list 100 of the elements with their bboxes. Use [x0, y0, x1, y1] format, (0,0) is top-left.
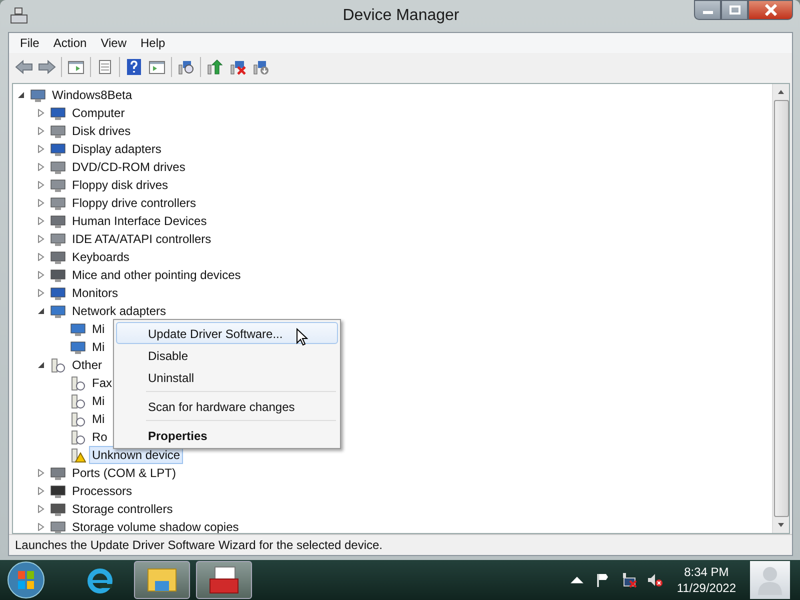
collapsed-triangle-icon[interactable]	[37, 163, 45, 171]
scan-icon[interactable]	[177, 58, 195, 76]
user-tile[interactable]	[750, 561, 790, 599]
device-icon	[50, 141, 66, 157]
tree-item[interactable]: Display adapters	[69, 140, 164, 158]
collapsed-triangle-icon[interactable]	[37, 127, 45, 135]
tree-item[interactable]: Disk drives	[69, 122, 134, 140]
clock-date: 11/29/2022	[676, 580, 736, 596]
context-menu-item[interactable]: Properties	[116, 424, 338, 446]
tree-item[interactable]: Windows8Beta	[49, 86, 136, 104]
collapsed-triangle-icon[interactable]	[37, 271, 45, 279]
tree-item[interactable]: Storage controllers	[69, 500, 176, 518]
tree-item[interactable]: Ports (COM & LPT)	[69, 464, 180, 482]
collapsed-triangle-icon[interactable]	[37, 109, 45, 117]
close-icon	[764, 4, 778, 16]
forward-arrow-icon[interactable]	[38, 58, 56, 76]
start-button[interactable]	[6, 560, 46, 600]
device-icon	[50, 303, 66, 319]
collapsed-triangle-icon[interactable]	[37, 505, 45, 513]
menu-item[interactable]: Help	[134, 35, 172, 51]
device-icon	[50, 231, 66, 247]
context-menu-item[interactable]: Disable	[116, 344, 338, 366]
uninstall-device-icon[interactable]	[252, 58, 270, 76]
collapsed-triangle-icon[interactable]	[37, 217, 45, 225]
device-icon	[50, 159, 66, 175]
user-silhouette-icon	[757, 564, 783, 596]
tree-item[interactable]: IDE ATA/ATAPI controllers	[69, 230, 214, 248]
device-manager-icon	[10, 7, 28, 25]
action-pane-icon[interactable]	[148, 58, 166, 76]
menu-item[interactable]: View	[94, 35, 134, 51]
tree-item[interactable]: Network adapters	[69, 302, 170, 320]
device-icon	[50, 465, 66, 481]
collapsed-triangle-icon[interactable]	[37, 523, 45, 531]
collapsed-triangle-icon[interactable]	[37, 253, 45, 261]
tree-item[interactable]: Fax	[89, 374, 116, 392]
device-icon	[50, 483, 66, 499]
expanded-triangle-icon[interactable]	[37, 307, 45, 315]
maximize-button[interactable]	[721, 0, 748, 20]
collapsed-triangle-icon[interactable]	[37, 487, 45, 495]
expanded-triangle-icon[interactable]	[17, 91, 25, 99]
tree-item[interactable]: Human Interface Devices	[69, 212, 210, 230]
menu-item[interactable]: File	[13, 35, 46, 51]
tree-item[interactable]: Ro	[89, 428, 110, 446]
tree-item[interactable]: Floppy drive controllers	[69, 194, 200, 212]
minimize-button[interactable]	[694, 0, 721, 20]
device-icon	[50, 501, 66, 517]
tree-item[interactable]: Mice and other pointing devices	[69, 266, 244, 284]
disable-device-icon[interactable]	[229, 58, 247, 76]
device-icon	[50, 285, 66, 301]
close-button[interactable]	[748, 0, 793, 20]
window-title: Device Manager	[342, 7, 460, 25]
tree-item[interactable]: Computer	[69, 104, 128, 122]
clock[interactable]: 8:34 PM 11/29/2022	[676, 564, 736, 596]
tree-item[interactable]: DVD/CD-ROM drives	[69, 158, 188, 176]
help-icon[interactable]	[125, 58, 143, 76]
unknown-device-icon	[50, 357, 66, 373]
network-icon[interactable]	[620, 572, 637, 588]
device-icon	[50, 195, 66, 211]
tree-item[interactable]: Keyboards	[69, 248, 132, 266]
scroll-down-icon[interactable]	[777, 521, 785, 529]
mouse-pointer-icon	[296, 328, 308, 346]
toolbox-icon	[207, 564, 241, 596]
properties-icon[interactable]	[96, 58, 114, 76]
tree-item[interactable]: Mi	[89, 338, 108, 356]
scroll-up-icon[interactable]	[777, 88, 785, 96]
context-menu-item[interactable]: Update Driver Software...	[116, 322, 338, 344]
collapsed-triangle-icon[interactable]	[37, 289, 45, 297]
scrollbar[interactable]	[772, 84, 789, 533]
device-icon	[50, 213, 66, 229]
tree-item[interactable]: Other	[69, 356, 106, 374]
folder-taskbar-button[interactable]	[134, 561, 190, 599]
collapsed-triangle-icon[interactable]	[37, 145, 45, 153]
tree-item[interactable]: Processors	[69, 482, 136, 500]
device-icon	[30, 87, 46, 103]
collapsed-triangle-icon[interactable]	[37, 181, 45, 189]
flag-icon[interactable]	[594, 572, 611, 588]
device-icon	[50, 249, 66, 265]
speaker-muted-icon[interactable]	[646, 572, 663, 588]
update-driver-icon[interactable]	[206, 58, 224, 76]
console-tree-icon[interactable]	[67, 58, 85, 76]
context-menu-item[interactable]: Uninstall	[116, 366, 338, 388]
tree-item[interactable]: Mi	[89, 320, 108, 338]
tree-item[interactable]: Mi	[89, 392, 108, 410]
status-text: Launches the Update Driver Software Wizard for the selected device.	[15, 538, 383, 552]
toolbox-taskbar-button[interactable]	[196, 561, 252, 599]
tree-item[interactable]: Mi	[89, 410, 108, 428]
tree-item[interactable]: Floppy disk drives	[69, 176, 172, 194]
device-icon	[50, 267, 66, 283]
collapsed-triangle-icon[interactable]	[37, 469, 45, 477]
collapsed-triangle-icon[interactable]	[37, 235, 45, 243]
expanded-triangle-icon[interactable]	[37, 361, 45, 369]
maximize-icon	[728, 5, 740, 15]
clock-time: 8:34 PM	[684, 564, 729, 580]
tree-item[interactable]: Monitors	[69, 284, 122, 302]
device-icon	[50, 105, 66, 121]
back-arrow-icon[interactable]	[15, 58, 33, 76]
device-icon	[50, 123, 66, 139]
collapsed-triangle-icon[interactable]	[37, 199, 45, 207]
menu-item[interactable]: Action	[46, 35, 94, 51]
context-menu-item[interactable]: Scan for hardware changes	[116, 395, 338, 417]
